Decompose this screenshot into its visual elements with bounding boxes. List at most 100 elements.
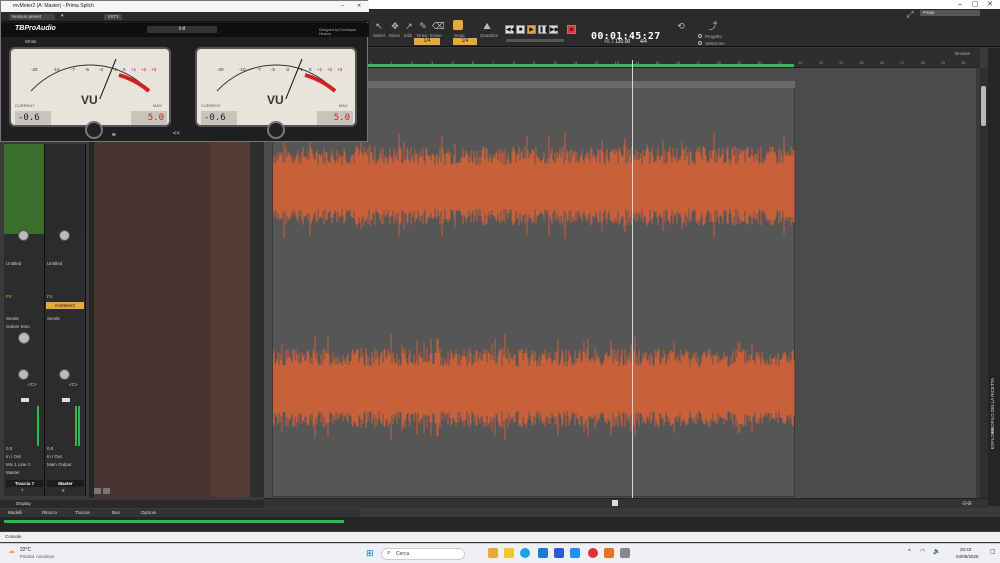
weather-icon[interactable]: ☁	[8, 547, 15, 555]
clock-time[interactable]: 20:43	[960, 547, 971, 552]
vertical-scroll-thumb[interactable]	[981, 86, 986, 126]
strip-name[interactable]: Traccia 7	[6, 480, 43, 487]
plugin-format-badge[interactable]: VST3	[104, 14, 122, 20]
move-tool-icon[interactable]: ✥	[390, 21, 400, 31]
vertical-scrollbar[interactable]	[980, 68, 988, 498]
draw-tool-icon[interactable]: ✎	[418, 21, 428, 31]
strip-insert-label[interactable]: Untitled	[6, 261, 21, 266]
tab-opzioni[interactable]: Opzioni	[141, 510, 156, 515]
wifi-icon[interactable]: ◠	[920, 548, 925, 555]
tab-modelli[interactable]: Modelli	[8, 510, 22, 515]
file-explorer-icon[interactable]	[504, 548, 514, 558]
send-knob[interactable]	[18, 332, 30, 344]
weather-desc[interactable]: Parzial. nuvoloso	[20, 554, 54, 559]
strip-sends-label[interactable]: Sends	[6, 316, 19, 321]
horizontal-scrollbar[interactable]	[264, 498, 988, 508]
taskbar-app-1-icon[interactable]	[488, 548, 498, 558]
preset-menu-icon[interactable]: ▾	[61, 13, 64, 19]
quantize-icon[interactable]: ⛰	[482, 21, 492, 31]
rewind-button[interactable]: ◀◀	[505, 25, 515, 34]
minimize-button[interactable]: –	[958, 0, 962, 9]
input-gain-knob[interactable]	[59, 230, 70, 241]
notification-icon[interactable]: ▢	[990, 548, 996, 555]
search-box[interactable]: ⌕ Cerca	[381, 548, 465, 560]
strip-fx-label[interactable]: FX	[6, 294, 12, 299]
strip-extra[interactable]: Master	[6, 470, 20, 475]
outlook-icon[interactable]	[554, 548, 564, 558]
expand-icon[interactable]: ⤢	[905, 9, 915, 19]
position-slider[interactable]	[506, 39, 564, 42]
strip-io: In / Out	[6, 454, 21, 459]
stop-button[interactable]: ■	[516, 25, 525, 34]
horizontal-scroll-thumb[interactable]	[612, 500, 618, 506]
view-label[interactable]: Browse	[955, 51, 970, 56]
close-button[interactable]: ✕	[987, 0, 993, 9]
strip-sends-label[interactable]: Sends	[47, 316, 60, 321]
loop-range[interactable]	[368, 64, 794, 67]
volume-fader[interactable]	[21, 398, 29, 402]
app-root: – ▢ ✕ ↖ ✥ ↗ ✎ ⌫ Select Move Edit Draw Er…	[0, 0, 1000, 563]
strip-fx-label[interactable]: FX	[47, 294, 53, 299]
display-label[interactable]: Display	[16, 501, 31, 506]
edge-icon[interactable]	[520, 548, 530, 558]
volume-icon[interactable]: 🔈	[933, 548, 940, 555]
pause-button[interactable]: ❚❚	[538, 25, 549, 34]
plugin-minimize-icon[interactable]: –	[341, 1, 344, 12]
strip-output[interactable]: Mix 1 Line 1	[6, 462, 30, 467]
strip-insert-label[interactable]: Untitled	[47, 261, 62, 266]
input-gain-knob[interactable]	[18, 230, 29, 241]
zoom-icon[interactable]: ⊖⊕	[962, 500, 976, 507]
settings-icon[interactable]	[620, 548, 630, 558]
play-button[interactable]: ▶	[527, 25, 536, 34]
side-label-recipe[interactable]: PROFILO DELLA RICETTA	[990, 378, 995, 433]
signature-display[interactable]: 4/4	[640, 39, 647, 45]
loop-icon[interactable]: ⟲	[676, 21, 686, 31]
volume-fader[interactable]	[62, 398, 70, 402]
track-list-button[interactable]	[94, 488, 101, 494]
clock-date[interactable]: 04/05/2025	[956, 554, 979, 559]
maximize-button[interactable]: ▢	[972, 0, 979, 9]
vu-label-left: VU	[81, 93, 98, 107]
select-tool-icon[interactable]: ↖	[374, 21, 384, 31]
start-icon[interactable]: ⊞	[366, 548, 374, 559]
tempo-display[interactable]: 120.00	[615, 39, 630, 45]
snap-icon[interactable]	[453, 20, 463, 30]
track-list-button-2[interactable]	[103, 488, 110, 494]
tab-traccia[interactable]: Traccia	[75, 510, 90, 515]
max-value-left[interactable]: 5.0	[131, 111, 167, 125]
max-value-right[interactable]: 5.0	[317, 111, 353, 125]
selection-radio[interactable]	[698, 41, 702, 45]
pan-knob[interactable]	[18, 369, 29, 380]
studio-one-icon[interactable]	[604, 548, 614, 558]
teams-icon[interactable]	[570, 548, 580, 558]
tray-chevron-icon[interactable]: ^	[908, 549, 911, 555]
console-label[interactable]: Console	[5, 534, 22, 539]
link-channels-icon[interactable]: ⚭	[111, 131, 117, 139]
edit-tool-icon[interactable]: ↗	[404, 21, 414, 31]
plugin-preset-slot[interactable]: Init	[147, 26, 217, 33]
record-button[interactable]: ●	[567, 25, 576, 34]
store-icon[interactable]	[538, 548, 548, 558]
quantize-value[interactable]: 1/4	[453, 38, 477, 45]
playhead[interactable]	[632, 60, 633, 500]
strip-output[interactable]: Main Output	[47, 462, 72, 467]
share-icon[interactable]: ⤴	[708, 21, 718, 31]
collapse-button[interactable]: <<	[173, 131, 180, 137]
opera-icon[interactable]	[588, 548, 598, 558]
tab-ritocco[interactable]: Ritocco	[42, 510, 57, 515]
left-trim-knob[interactable]	[85, 121, 103, 139]
forward-button[interactable]: ▶▶	[549, 25, 559, 34]
right-trim-knob[interactable]	[267, 121, 285, 139]
snap-value[interactable]: 1/4	[414, 38, 440, 45]
insert-slot-mvmeter[interactable]: mvMeter2	[46, 302, 84, 309]
strip-name[interactable]: Master	[47, 480, 84, 487]
pan-knob[interactable]	[59, 369, 70, 380]
weather-temp[interactable]: 22°C	[20, 547, 31, 553]
preset-dropdown[interactable]: Nessun preset	[9, 14, 55, 20]
plugin-close-icon[interactable]: ✕	[357, 1, 361, 12]
strip-number: 8	[62, 488, 65, 493]
tab-bus[interactable]: Bus	[112, 510, 120, 515]
project-radio[interactable]	[698, 34, 702, 38]
erase-tool-icon[interactable]: ⌫	[432, 21, 445, 31]
paste-field[interactable]: Paste	[920, 10, 980, 16]
